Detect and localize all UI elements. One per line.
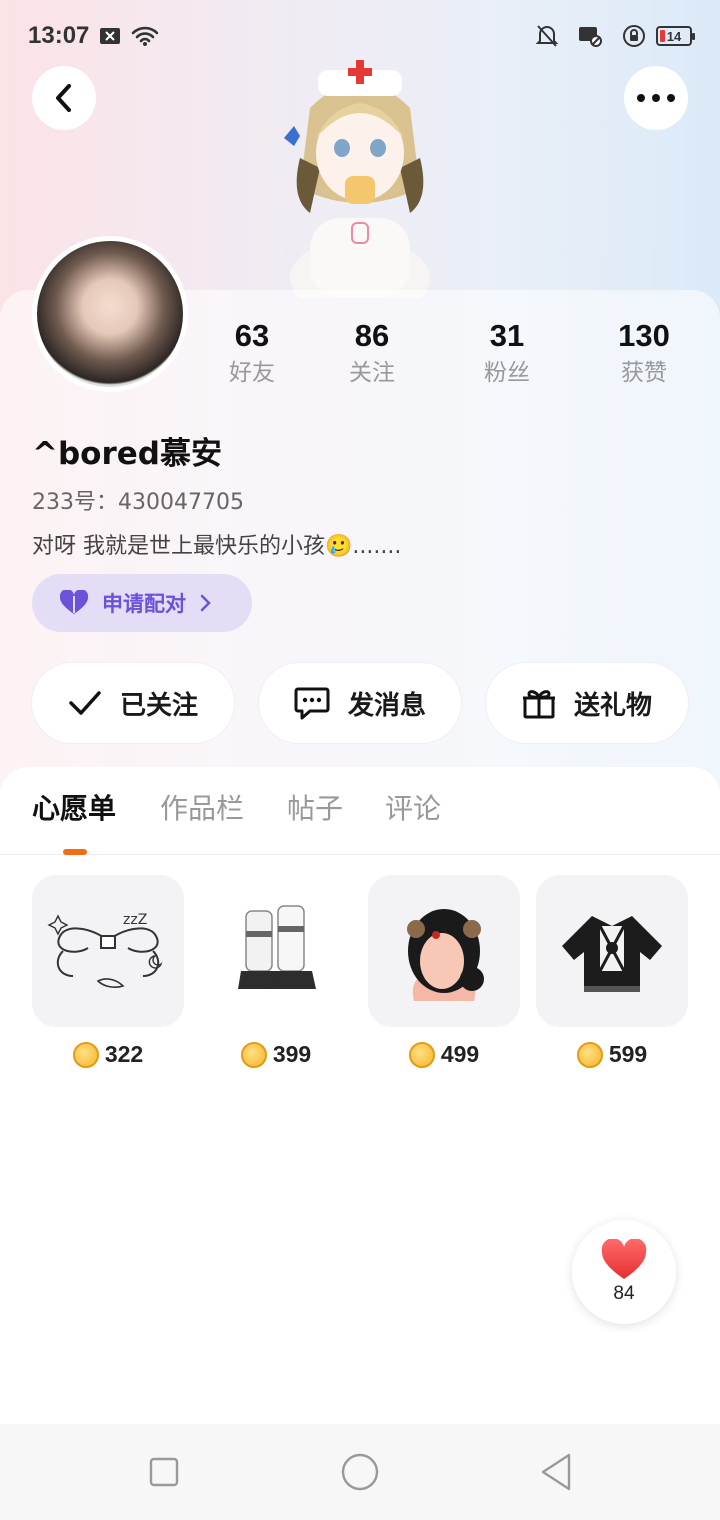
stat-label: 好友 (229, 360, 275, 386)
heart-pair-icon (59, 590, 89, 614)
system-navigation-bar (0, 1424, 720, 1520)
triangle-back-icon (541, 1453, 571, 1491)
character-avatar-image (284, 60, 430, 298)
tab-wishlist[interactable]: 心愿单 (32, 787, 116, 827)
coin-icon (240, 1041, 267, 1068)
like-count: 84 (613, 1283, 635, 1304)
item-price-value: 499 (440, 1041, 480, 1067)
back-nav-button[interactable] (534, 1450, 578, 1494)
pair-request-button[interactable]: 申请配对 (32, 574, 252, 632)
stat-likes[interactable]: 130 获赞 (584, 316, 704, 390)
heart-icon (601, 1239, 647, 1279)
item-price-value: 399 (272, 1041, 312, 1067)
tab-comments[interactable]: 评论 (385, 787, 441, 827)
message-blocked-icon (578, 25, 602, 47)
item-price: 322 (32, 1041, 184, 1068)
black-hair-bun-icon (368, 875, 520, 1027)
square-icon (149, 1457, 179, 1487)
content-section: 心愿单 作品栏 帖子 评论 zzZ 322 399 499 599 (0, 767, 720, 1427)
stat-label: 获赞 (621, 360, 667, 386)
item-price-value: 599 (608, 1041, 648, 1067)
recent-apps-button[interactable] (142, 1450, 186, 1494)
home-button[interactable] (338, 1450, 382, 1494)
profile-avatar[interactable] (32, 236, 188, 392)
more-options-button[interactable] (624, 66, 688, 130)
follow-button[interactable]: 已关注 (32, 663, 234, 743)
gift-icon (522, 690, 555, 719)
send-gift-label: 送礼物 (573, 690, 652, 721)
black-jacket-icon (536, 875, 688, 1027)
more-dots-icon (637, 94, 675, 102)
item-price: 499 (368, 1041, 520, 1068)
wishlist-item[interactable]: zzZ 322 (32, 875, 184, 1068)
wishlist-item[interactable]: 399 (200, 875, 352, 1068)
item-price-value: 322 (104, 1041, 144, 1067)
coin-icon (576, 1041, 603, 1068)
check-icon (69, 691, 101, 715)
like-button[interactable]: 84 (572, 1220, 676, 1324)
stat-following[interactable]: 86 关注 (312, 316, 432, 390)
content-tabs: 心愿单 作品栏 帖子 评论 (0, 787, 720, 855)
stat-label: 粉丝 (484, 360, 530, 386)
profile-username: ^bored慕安 (32, 436, 222, 472)
wishlist-item[interactable]: 499 (368, 875, 520, 1068)
stat-value: 31 (489, 318, 525, 353)
stat-value: 86 (354, 318, 390, 353)
chevron-right-icon (200, 594, 211, 612)
coin-icon (408, 1041, 435, 1068)
item-price: 399 (200, 1041, 352, 1068)
tab-posts[interactable]: 帖子 (287, 787, 343, 827)
profile-uid: 233号：430047705 (32, 490, 244, 515)
status-time: 13:07 (28, 22, 90, 49)
stat-label: 关注 (349, 360, 395, 386)
back-button[interactable] (32, 66, 96, 130)
bow-accessory-icon: zzZ (32, 875, 184, 1027)
send-message-button[interactable]: 发消息 (259, 663, 461, 743)
follow-label: 已关注 (119, 690, 198, 721)
chevron-left-icon (56, 84, 71, 112)
white-boots-icon (200, 875, 352, 1027)
circle-icon (341, 1453, 379, 1491)
svg-text:zzZ: zzZ (123, 912, 147, 928)
profile-actions: 已关注 发消息 送礼物 (32, 663, 688, 743)
send-message-label: 发消息 (347, 690, 426, 721)
rotation-lock-icon (622, 24, 646, 48)
stat-value: 63 (234, 318, 270, 353)
notification-close-icon (99, 27, 121, 45)
wishlist-item[interactable]: 599 (536, 875, 688, 1068)
send-gift-button[interactable]: 送礼物 (486, 663, 688, 743)
stat-value: 130 (618, 318, 670, 353)
coin-icon (72, 1041, 99, 1068)
profile-bio: 对呀 我就是世上最快乐的小孩🥲....... (32, 534, 402, 559)
stat-followers[interactable]: 31 粉丝 (447, 316, 567, 390)
pair-request-label: 申请配对 (102, 592, 186, 616)
active-tab-indicator (63, 849, 87, 855)
chat-bubble-icon (294, 687, 330, 720)
wifi-icon (131, 25, 159, 47)
bell-muted-icon (536, 24, 558, 48)
stat-friends[interactable]: 63 好友 (192, 316, 312, 390)
battery-icon: 14 (656, 26, 695, 46)
tab-works[interactable]: 作品栏 (160, 787, 244, 827)
item-price: 599 (536, 1041, 688, 1068)
